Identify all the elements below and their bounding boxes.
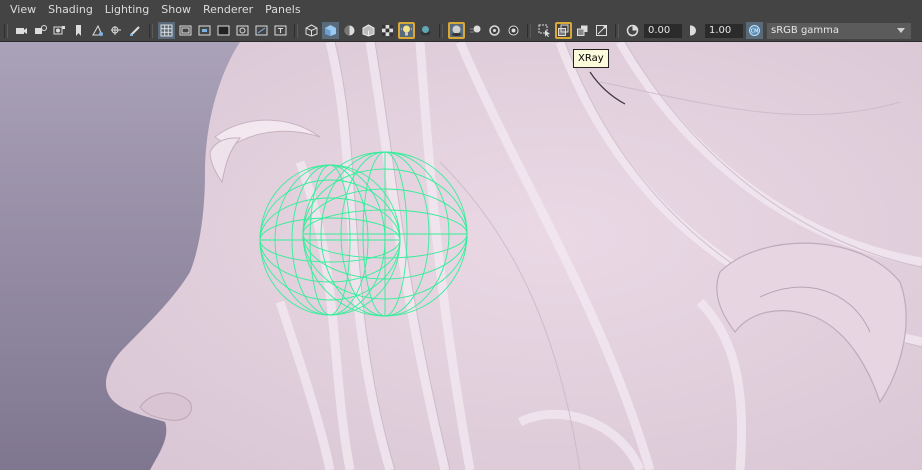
gamma-icon[interactable]	[685, 22, 702, 39]
3d-viewport[interactable]	[0, 42, 922, 470]
color-space-value: sRGB gamma	[771, 24, 840, 36]
color-management-icon[interactable]: CM	[746, 22, 763, 39]
menu-shading[interactable]: Shading	[42, 0, 99, 20]
field-chart-icon[interactable]	[234, 22, 251, 39]
toolbar-separator	[294, 23, 298, 38]
2d-pan-zoom-icon[interactable]	[89, 22, 106, 39]
menu-view[interactable]: View	[0, 0, 42, 20]
panel-menu-bar: View Shading Lighting Show Renderer Pane…	[0, 0, 922, 20]
camera-attributes-icon[interactable]	[32, 22, 49, 39]
smooth-shade-all-icon[interactable]	[322, 22, 339, 39]
viewport-render	[0, 42, 922, 470]
film-gate-icon[interactable]	[177, 22, 194, 39]
use-default-material-icon[interactable]	[341, 22, 358, 39]
gamma-field[interactable]: 1.00	[705, 23, 743, 38]
isolate-select-icon[interactable]	[536, 22, 553, 39]
motion-blur-icon[interactable]	[467, 22, 484, 39]
camera-icon[interactable]	[13, 22, 30, 39]
safe-title-icon[interactable]	[272, 22, 289, 39]
grid-icon[interactable]	[158, 22, 175, 39]
xray-joints-icon[interactable]	[593, 22, 610, 39]
wireframe-icon[interactable]	[303, 22, 320, 39]
textured-icon[interactable]	[379, 22, 396, 39]
menu-renderer[interactable]: Renderer	[197, 0, 259, 20]
menu-lighting[interactable]: Lighting	[99, 0, 155, 20]
grease-pencil-icon[interactable]	[108, 22, 125, 39]
toolbar-separator	[615, 23, 619, 38]
maya-viewport-panel: View Shading Lighting Show Renderer Pane…	[0, 0, 922, 470]
image-plane-icon[interactable]	[70, 22, 87, 39]
menu-panels[interactable]: Panels	[259, 0, 306, 20]
toolbar-separator	[439, 23, 443, 38]
exposure-field[interactable]: 0.00	[644, 23, 682, 38]
safe-action-icon[interactable]	[253, 22, 270, 39]
use-all-lights-icon[interactable]	[398, 22, 415, 39]
toolbar-separator	[4, 23, 8, 38]
toolbar-separator	[527, 23, 531, 38]
multisample-anti-aliasing-icon[interactable]	[486, 22, 503, 39]
shadows-icon[interactable]	[417, 22, 434, 39]
resolution-gate-icon[interactable]	[196, 22, 213, 39]
panel-toolbar: 0.00 1.00 CM sRGB gamma	[0, 20, 922, 42]
chevron-down-icon	[897, 27, 905, 33]
gate-mask-icon[interactable]	[215, 22, 232, 39]
screen-space-ambient-occlusion-icon[interactable]	[448, 22, 465, 39]
depth-of-field-icon[interactable]	[505, 22, 522, 39]
xray-icon[interactable]	[555, 22, 572, 39]
color-space-dropdown[interactable]: sRGB gamma	[767, 22, 911, 39]
svg-text:CM: CM	[751, 29, 759, 35]
bookmark-icon[interactable]	[51, 22, 68, 39]
wireframe-on-shaded-icon[interactable]	[360, 22, 377, 39]
toolbar-separator	[149, 23, 153, 38]
xray-active-components-icon[interactable]	[574, 22, 591, 39]
xray-tooltip: XRay	[573, 49, 609, 68]
pencil-icon[interactable]	[127, 22, 144, 39]
menu-show[interactable]: Show	[155, 0, 197, 20]
exposure-icon[interactable]	[624, 22, 641, 39]
